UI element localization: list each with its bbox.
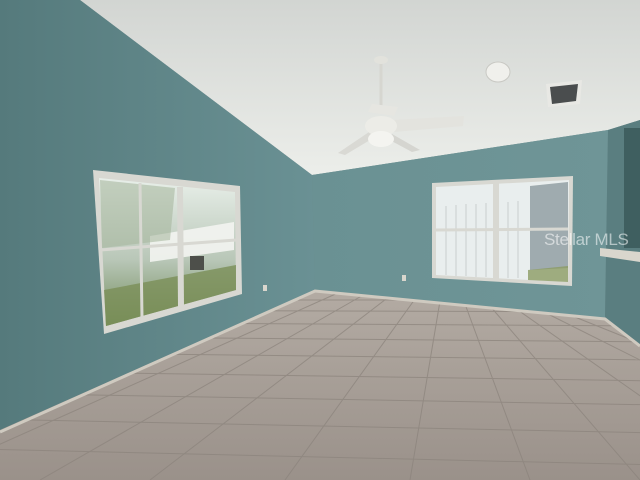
watermark-text: Stellar MLS — [544, 230, 629, 249]
wall-outlet — [263, 285, 267, 291]
smoke-detector — [485, 61, 511, 83]
air-vent — [546, 80, 582, 107]
wall-outlet — [402, 275, 406, 281]
